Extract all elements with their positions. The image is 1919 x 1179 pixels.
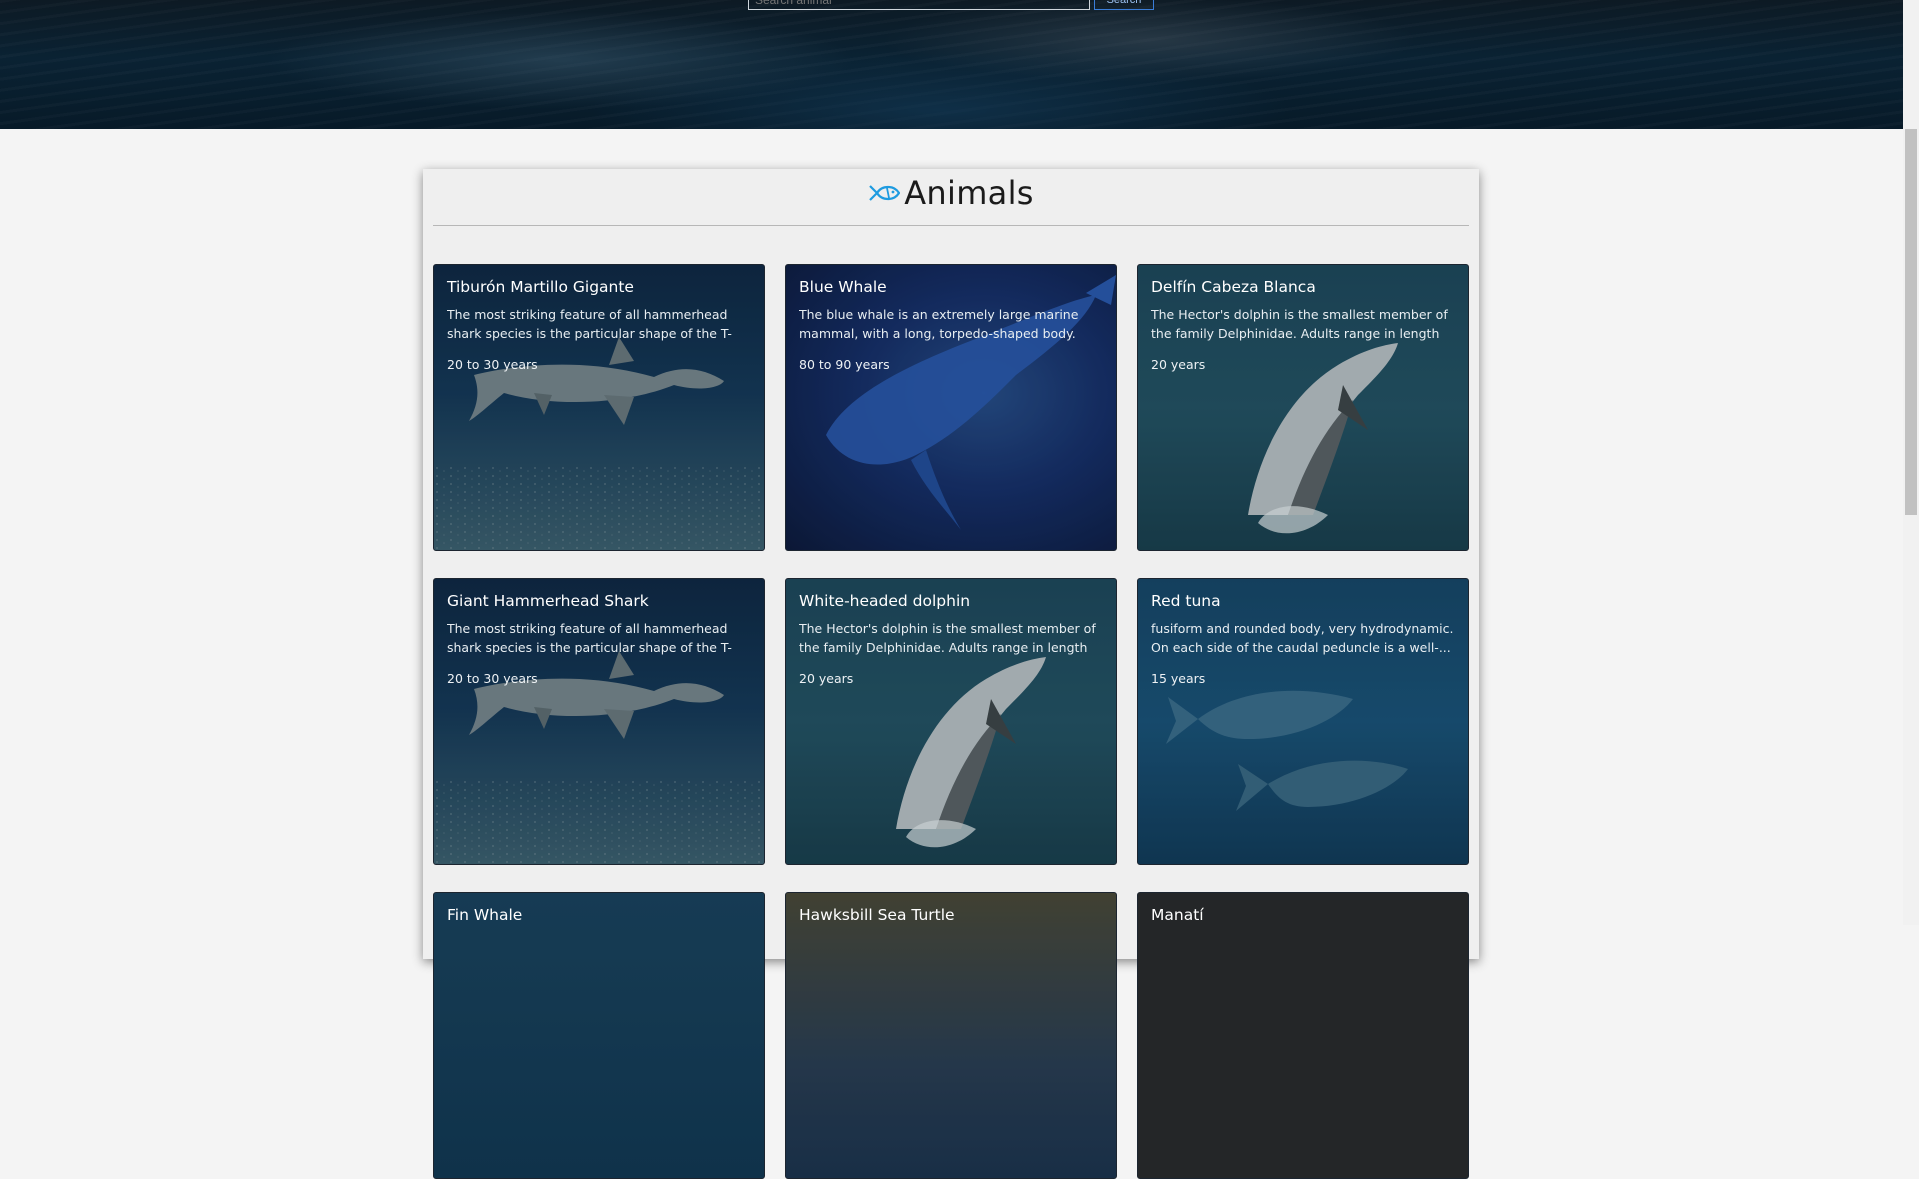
- animal-card[interactable]: Tiburón Martillo Gigante The most striki…: [433, 264, 765, 551]
- card-lifespan: 20 to 30 years: [447, 357, 538, 372]
- card-description: The most striking feature of all hammerh…: [447, 307, 732, 341]
- card-title: Tiburón Martillo Gigante: [447, 278, 634, 296]
- card-lifespan: 80 to 90 years: [799, 357, 890, 372]
- animal-card[interactable]: Giant Hammerhead Shark The most striking…: [433, 578, 765, 865]
- animal-card[interactable]: Fin Whale: [433, 892, 765, 1179]
- card-title: Manatí: [1151, 906, 1204, 924]
- page-title: Animals: [904, 174, 1034, 212]
- card-title: Giant Hammerhead Shark: [447, 592, 649, 610]
- card-description: The blue whale is an extremely large mar…: [799, 307, 1079, 341]
- card-description: The Hector's dolphin is the smallest mem…: [799, 621, 1096, 655]
- animal-card[interactable]: Manatí: [1137, 892, 1469, 1179]
- section-header: Animals: [423, 169, 1479, 217]
- fish-icon: [869, 185, 901, 201]
- animals-panel: Animals Tiburón Martillo Gigante The mos…: [423, 169, 1479, 1179]
- card-title: Red tuna: [1151, 592, 1221, 610]
- animal-card[interactable]: Delfín Cabeza Blanca The Hector's dolphi…: [1137, 264, 1469, 551]
- search-button[interactable]: Search: [1094, 0, 1154, 10]
- search-input[interactable]: [748, 0, 1090, 10]
- card-lifespan: 20 years: [799, 671, 854, 686]
- card-title: White-headed dolphin: [799, 592, 971, 610]
- animal-card[interactable]: Hawksbill Sea Turtle: [785, 892, 1117, 1179]
- animal-card[interactable]: Blue Whale The blue whale is an extremel…: [785, 264, 1117, 551]
- card-title: Blue Whale: [799, 278, 887, 296]
- card-title: Delfín Cabeza Blanca: [1151, 278, 1316, 296]
- animal-card[interactable]: Red tuna fusiform and rounded body, very…: [1137, 578, 1469, 865]
- card-lifespan: 20 to 30 years: [447, 671, 538, 686]
- card-title: Fin Whale: [447, 906, 523, 924]
- card-lifespan: 15 years: [1151, 671, 1206, 686]
- card-description: fusiform and rounded body, very hydrodyn…: [1151, 621, 1454, 655]
- card-description: The Hector's dolphin is the smallest mem…: [1151, 307, 1448, 341]
- card-lifespan: 20 years: [1151, 357, 1206, 372]
- title-divider: [433, 225, 1469, 226]
- card-title: Hawksbill Sea Turtle: [799, 906, 955, 924]
- hero-banner: Search: [0, 0, 1919, 129]
- scrollbar-thumb[interactable]: [1905, 129, 1917, 515]
- card-description: The most striking feature of all hammerh…: [447, 621, 732, 655]
- animal-card[interactable]: White-headed dolphin The Hector's dolphi…: [785, 578, 1117, 865]
